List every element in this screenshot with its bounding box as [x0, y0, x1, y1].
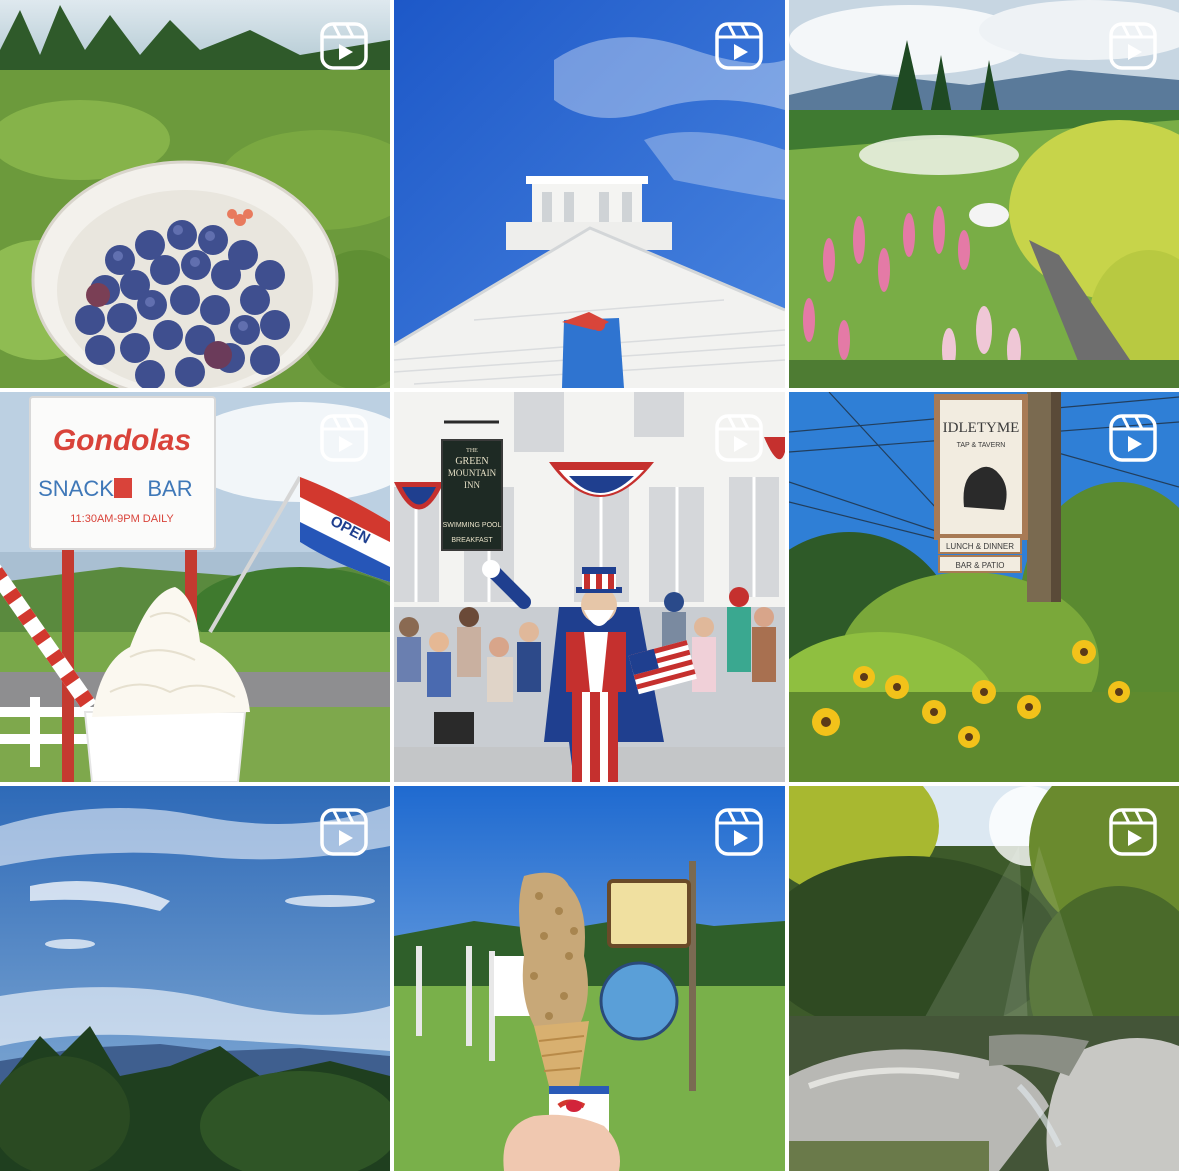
inn-sign-pool: SWIMMING POOL: [443, 522, 502, 529]
post-tile-white-building[interactable]: [394, 0, 785, 388]
reels-play-icon: [715, 808, 763, 856]
reels-play-icon: [715, 22, 763, 70]
post-tile-ice-cream[interactable]: [394, 786, 785, 1171]
post-tile-flower-garden[interactable]: [789, 0, 1179, 388]
tavern-plank-1: LUNCH & DINNER: [946, 542, 1014, 551]
tavern-plank-2: BAR & PATIO: [955, 561, 1004, 570]
inn-sign-line2: MOUNTAIN: [448, 468, 497, 478]
reels-play-icon: [320, 414, 368, 462]
reels-play-icon: [1109, 414, 1157, 462]
snack-sign-title: Gondolas: [53, 424, 191, 457]
tavern-sign-title: IDLETYME: [943, 420, 1020, 436]
post-tile-forest-stream[interactable]: [789, 786, 1179, 1171]
snack-sign-hours: 11:30AM-9PM DAILY: [70, 513, 174, 525]
reels-play-icon: [715, 414, 763, 462]
inn-sign-line1: GREEN: [455, 456, 488, 467]
reels-play-icon: [1109, 808, 1157, 856]
snack-sign-line1: SNACK: [38, 476, 114, 501]
post-tile-mountain-sky[interactable]: [0, 786, 390, 1171]
reels-play-icon: [1109, 22, 1157, 70]
post-tile-blueberries[interactable]: [0, 0, 390, 388]
snack-sign-line1b: BAR: [147, 476, 192, 501]
inn-sign-bottom: BREAKFAST: [451, 537, 493, 544]
post-tile-snack-bar[interactable]: Gondolas SNACK BAR 11:30AM-9PM DAILY OPE…: [0, 392, 390, 782]
reels-play-icon: [320, 808, 368, 856]
inn-sign-small: THE: [466, 448, 478, 454]
inn-sign-line3: INN: [464, 480, 480, 490]
post-tile-tavern[interactable]: IDLETYME TAP & TAVERN LUNCH & DINNER BAR…: [789, 392, 1179, 782]
tavern-sign-sub: TAP & TAVERN: [957, 442, 1006, 449]
post-tile-parade[interactable]: THE GREEN MOUNTAIN INN SWIMMING POOL BRE…: [394, 392, 785, 782]
reels-play-icon: [320, 22, 368, 70]
profile-post-grid: Gondolas SNACK BAR 11:30AM-9PM DAILY OPE…: [0, 0, 1179, 1171]
